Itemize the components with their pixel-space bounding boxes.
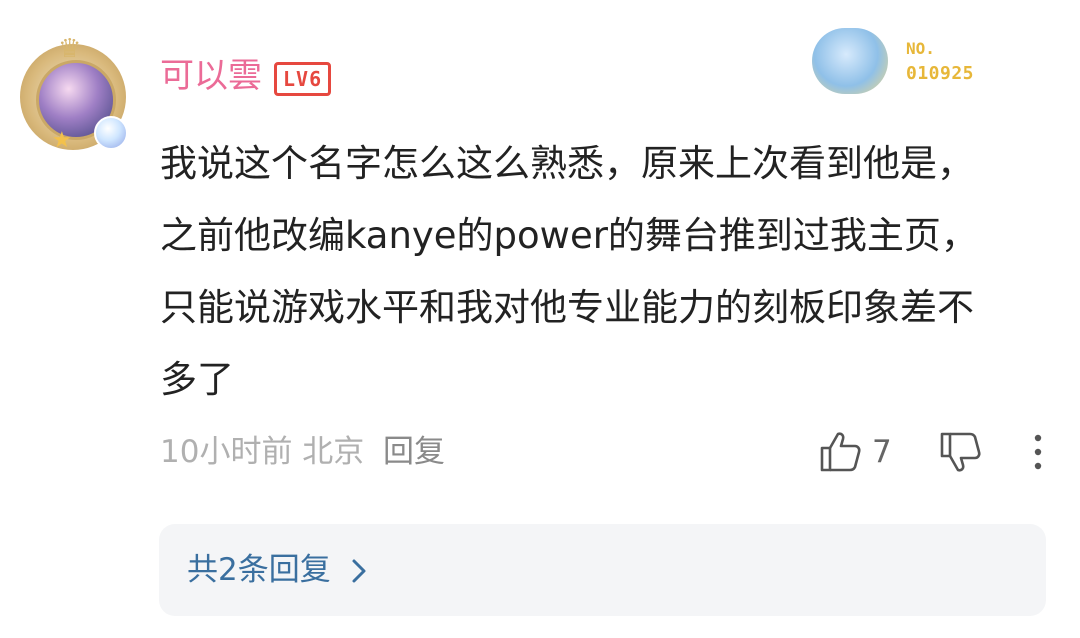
fan-badge-avatar [812, 28, 888, 94]
comment-line: 我说这个名字怎么这么熟悉，原来上次看到他是， [160, 142, 974, 185]
comment-text[interactable]: 我说这个名字怎么这么熟悉，原来上次看到他是， 之前他改编kanye的power的… [160, 128, 1050, 416]
replies-expander[interactable]: 共2条回复 [159, 524, 1046, 616]
chevron-right-icon [347, 558, 371, 584]
thumbs-down-icon[interactable] [938, 430, 984, 474]
level-badge: LV6 [274, 62, 332, 96]
gem-icon [94, 116, 128, 150]
comment-line: 之前他改编kanye的power的舞台推到过我主页， [160, 214, 978, 257]
comment-line: 多了 [160, 358, 234, 401]
fan-badge[interactable]: NO. 010925 [806, 26, 998, 96]
crown-icon: ♛ [58, 34, 82, 64]
fan-badge-label: NO. [906, 39, 935, 58]
fan-badge-number: 010925 [906, 63, 975, 84]
more-vertical-icon[interactable] [1024, 432, 1052, 472]
reply-button[interactable]: 回复 [383, 430, 445, 474]
comment-line: 只能说游戏水平和我对他专业能力的刻板印象差不 [160, 286, 974, 329]
star-icon: ★ [52, 128, 72, 153]
like-count: 7 [872, 434, 892, 470]
thumbs-up-icon[interactable] [818, 430, 864, 474]
user-avatar[interactable]: ♛ ★ [14, 34, 132, 156]
replies-count-label: 共2条回复 [187, 552, 331, 588]
comment-time-location: 10小时前 北京 [160, 434, 365, 470]
username[interactable]: 可以雲 [160, 54, 262, 98]
